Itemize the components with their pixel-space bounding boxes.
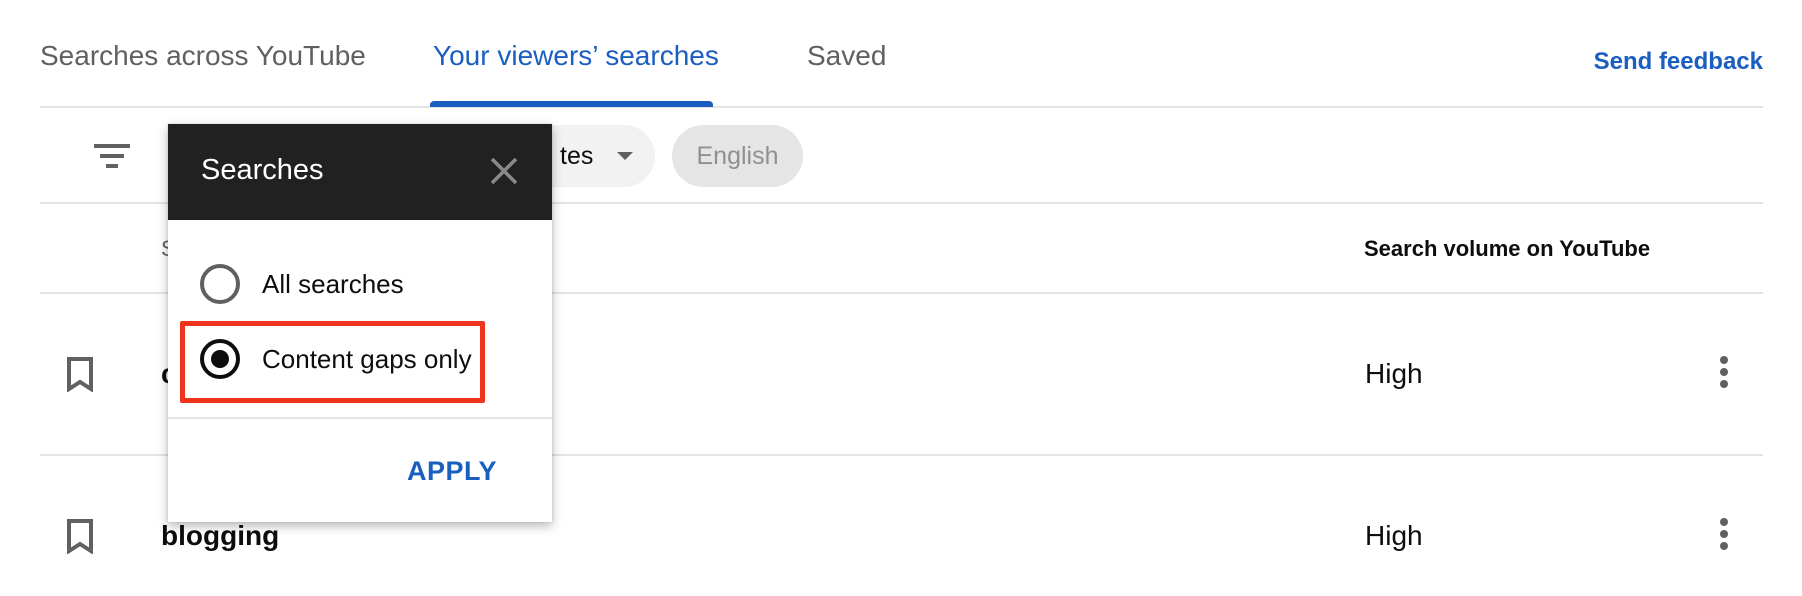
radio-button-selected[interactable] — [200, 339, 240, 379]
search-term[interactable]: blogging — [161, 520, 279, 552]
column-header-volume[interactable]: Search volume on YouTube — [1364, 236, 1650, 262]
filter-list-icon[interactable] — [94, 144, 130, 170]
option-label: Content gaps only — [262, 343, 472, 374]
bookmark-outline-icon[interactable] — [66, 518, 94, 554]
dropdown-caret-icon — [617, 152, 634, 160]
radio-button[interactable] — [200, 264, 240, 304]
tab-searches-across-youtube[interactable]: Searches across YouTube — [40, 40, 366, 72]
popup-title: Searches — [201, 154, 324, 186]
option-label: All searches — [262, 268, 404, 299]
radio-option-all-searches[interactable]: All searches — [200, 254, 404, 314]
close-icon[interactable] — [489, 156, 519, 186]
radio-option-content-gaps-only[interactable]: Content gaps only — [200, 329, 472, 389]
search-volume: High — [1365, 358, 1423, 389]
tab-saved[interactable]: Saved — [807, 40, 886, 72]
divider — [168, 417, 552, 419]
more-vert-icon[interactable] — [1714, 352, 1734, 392]
location-chip-label: tes — [560, 141, 594, 170]
apply-button[interactable]: APPLY — [407, 456, 497, 487]
active-tab-indicator — [430, 101, 713, 107]
popup-header: Searches — [168, 124, 552, 220]
searches-filter-popup: Searches All searches Content gaps only … — [168, 124, 552, 522]
language-filter-chip[interactable]: English — [672, 125, 803, 187]
more-vert-icon[interactable] — [1714, 514, 1734, 554]
bookmark-outline-icon[interactable] — [66, 356, 94, 392]
tab-bar: Searches across YouTube Your viewers’ se… — [40, 0, 1763, 108]
send-feedback-link[interactable]: Send feedback — [1594, 48, 1763, 76]
tab-your-viewers-searches[interactable]: Your viewers’ searches — [433, 40, 719, 72]
search-volume: High — [1365, 520, 1423, 551]
